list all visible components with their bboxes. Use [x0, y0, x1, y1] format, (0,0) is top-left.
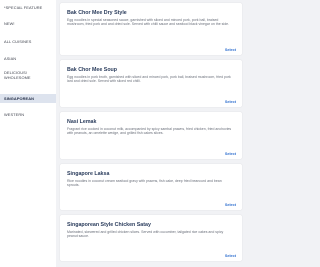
- dish-description: Egg noodles in special seasoned sauce, g…: [67, 18, 230, 27]
- category-singaporean[interactable]: SINGAPOREAN: [0, 94, 56, 103]
- category-asian[interactable]: ASIAN: [0, 56, 56, 61]
- dish-title: Singaporean Style Chicken Satay: [67, 222, 151, 228]
- select-button[interactable]: Select: [225, 48, 236, 52]
- dish-description: Rice noodles in coconut cream seafood gr…: [67, 179, 222, 188]
- category-delicious-wholesome[interactable]: DELICIOUS/ WHOLESOME: [0, 70, 40, 80]
- dish-description: Egg noodles in pork broth, garnished wit…: [67, 75, 231, 84]
- dish-title: Bak Chor Mee Dry Style: [67, 10, 127, 16]
- select-button[interactable]: Select: [225, 152, 236, 156]
- dish-card: Singaporean Style Chicken Satay Marinate…: [60, 215, 242, 261]
- dish-title: Bak Chor Mee Soup: [67, 67, 118, 73]
- dish-card: Bak Chor Mee Soup Egg noodles in pork br…: [60, 60, 242, 107]
- select-button[interactable]: Select: [225, 203, 236, 207]
- category-western[interactable]: WESTERN: [0, 112, 56, 117]
- dish-description: Fragrant rice cooked in coconut milk, ac…: [67, 127, 232, 136]
- category-sidebar: *SPECIAL FEATURE NEW! ALL CUISINES ASIAN…: [0, 0, 56, 267]
- select-button[interactable]: Select: [225, 254, 236, 258]
- category-new[interactable]: NEW!: [0, 21, 56, 26]
- dish-card: Singapore Laksa Rice noodles in coconut …: [60, 164, 242, 210]
- dish-card: Bak Chor Mee Dry Style Egg noodles in sp…: [60, 3, 242, 55]
- dish-title: Singapore Laksa: [67, 171, 110, 177]
- dish-description: Marinated, skewered and grilled chicken …: [67, 230, 224, 239]
- dish-card: Nasi Lemak Fragrant rice cooked in cocon…: [60, 112, 242, 159]
- dish-title: Nasi Lemak: [67, 119, 97, 125]
- select-button[interactable]: Select: [225, 100, 236, 104]
- category-all-cuisines[interactable]: ALL CUISINES: [0, 39, 56, 44]
- category-special-feature[interactable]: *SPECIAL FEATURE: [0, 5, 56, 10]
